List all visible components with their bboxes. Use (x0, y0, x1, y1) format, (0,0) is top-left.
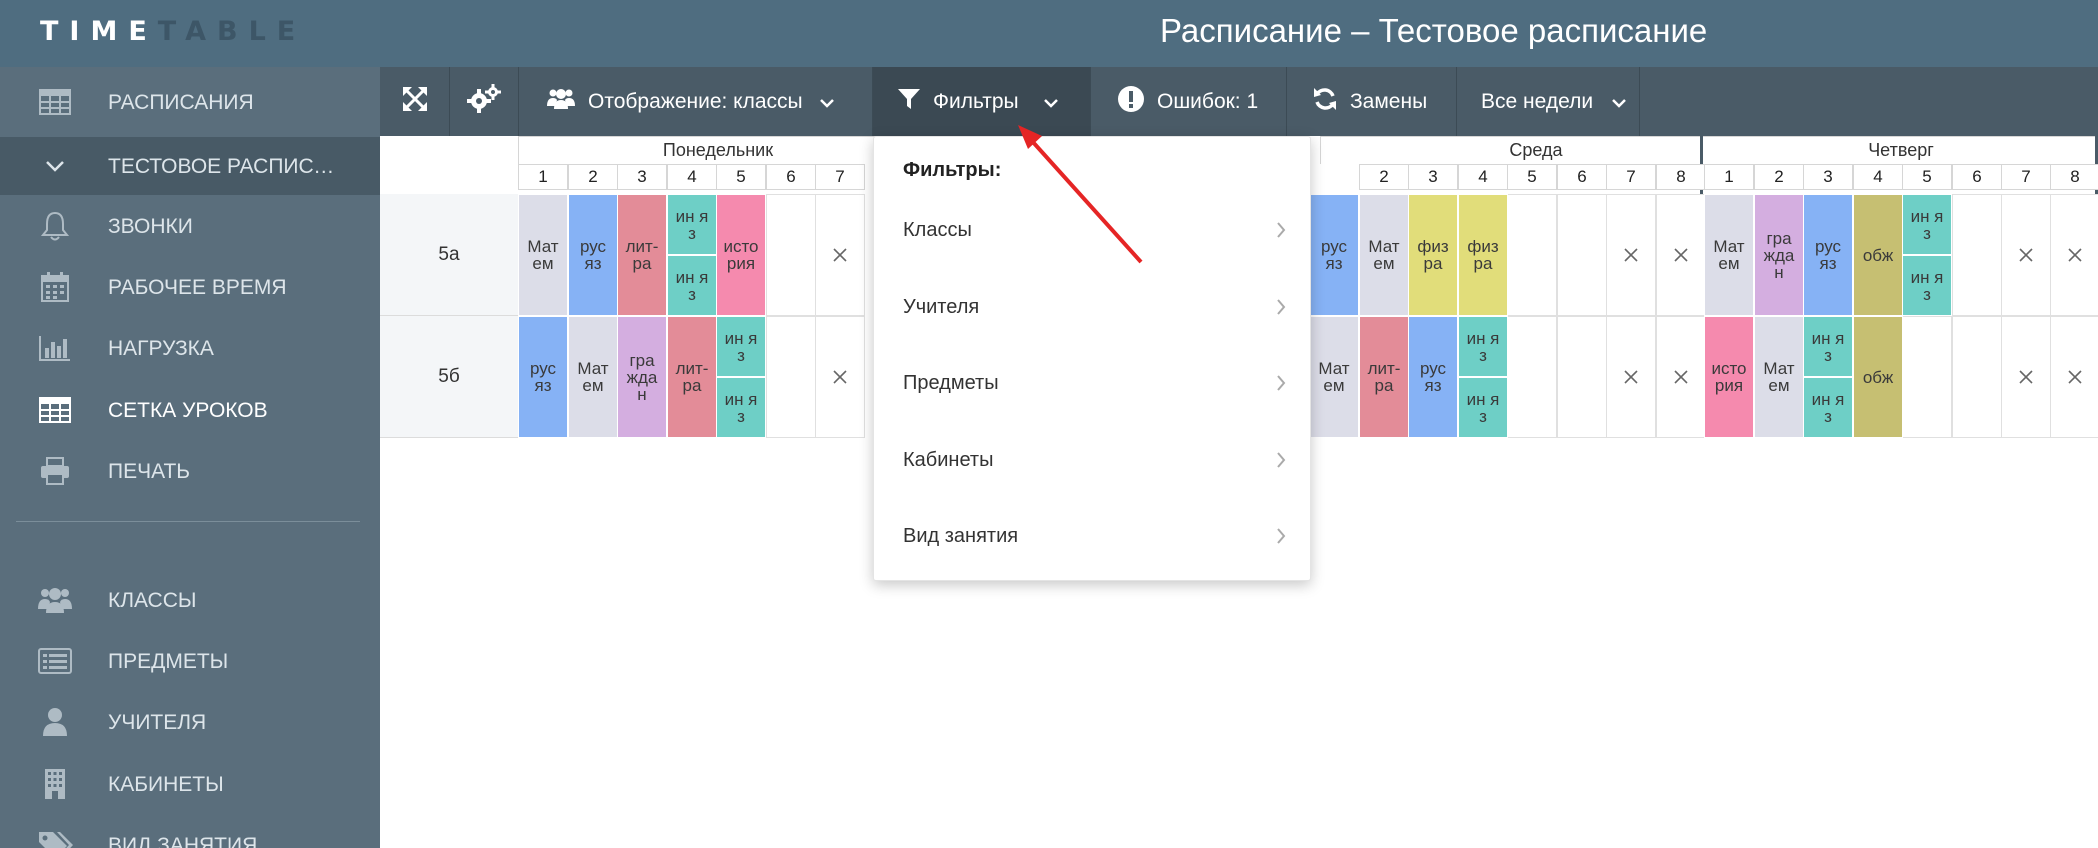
annotation-arrow (1018, 125, 1143, 264)
app-root: TIMETABLE Расписание – Тестовое расписан… (0, 0, 2098, 848)
